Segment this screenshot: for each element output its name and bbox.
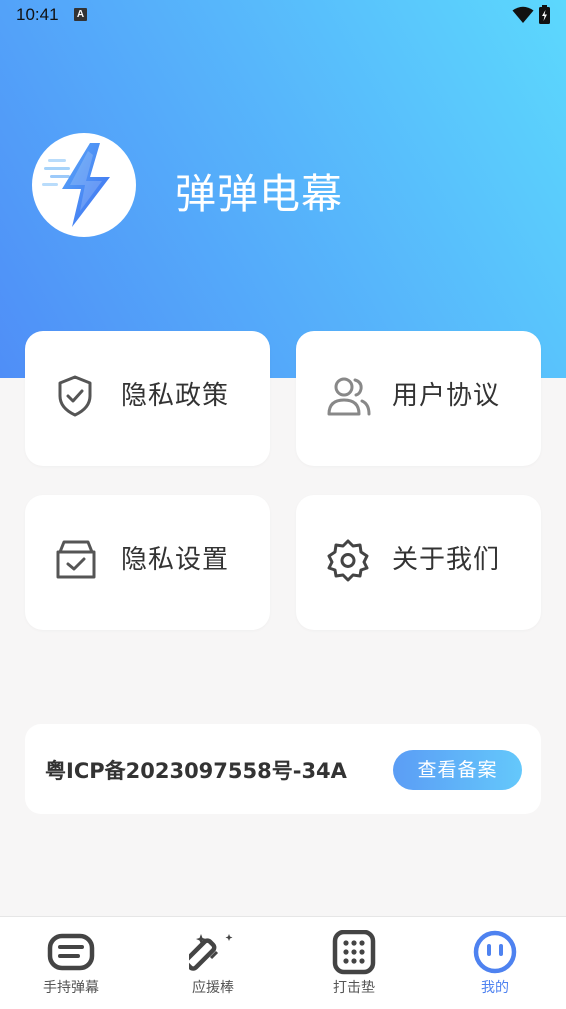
user-agreement-label: 用户协议 xyxy=(392,381,501,411)
keypad-icon xyxy=(332,930,376,975)
wifi-icon xyxy=(512,6,534,23)
app-logo xyxy=(32,133,136,237)
privacy-settings-label: 隐私设置 xyxy=(121,545,230,575)
tab-handheld-danmaku[interactable]: 手持弹幕 xyxy=(0,917,142,1009)
lightning-icon xyxy=(42,143,110,227)
icp-number: 粤ICP备2023097558号-34A xyxy=(45,759,347,783)
app-title: 弹弹电幕 xyxy=(175,170,343,218)
about-us-card[interactable]: 关于我们 xyxy=(296,495,541,630)
shield-check-icon xyxy=(58,375,92,417)
user-agreement-card[interactable]: 用户协议 xyxy=(296,331,541,466)
tab-label: 手持弹幕 xyxy=(43,980,99,996)
privacy-settings-card[interactable]: 隐私设置 xyxy=(25,495,270,630)
smiley-icon xyxy=(473,930,517,974)
users-icon xyxy=(327,377,371,416)
box-check-icon xyxy=(56,540,96,579)
tab-label: 我的 xyxy=(481,980,509,996)
bottom-tab-bar: 手持弹幕 应援棒 打击垫 我的 xyxy=(0,916,566,1009)
status-time: 10:41 xyxy=(16,5,59,24)
icp-record-card: 粤ICP备2023097558号-34A 查看备案 xyxy=(25,724,541,814)
privacy-policy-label: 隐私政策 xyxy=(121,381,230,411)
privacy-policy-card[interactable]: 隐私政策 xyxy=(25,331,270,466)
message-icon xyxy=(47,933,95,971)
tab-label: 打击垫 xyxy=(333,980,375,996)
tab-drum-pad[interactable]: 打击垫 xyxy=(283,917,425,1009)
view-record-button[interactable]: 查看备案 xyxy=(393,750,522,790)
tab-mine[interactable]: 我的 xyxy=(424,917,566,1009)
magic-wand-icon xyxy=(189,934,233,971)
battery-icon xyxy=(539,5,550,24)
status-bar: 10:41 A xyxy=(0,0,566,30)
gear-icon xyxy=(327,539,369,582)
notification-icon: A xyxy=(74,8,87,21)
tab-cheer-stick[interactable]: 应援棒 xyxy=(142,917,284,1009)
tab-label: 应援棒 xyxy=(192,980,234,996)
about-us-label: 关于我们 xyxy=(392,545,501,575)
